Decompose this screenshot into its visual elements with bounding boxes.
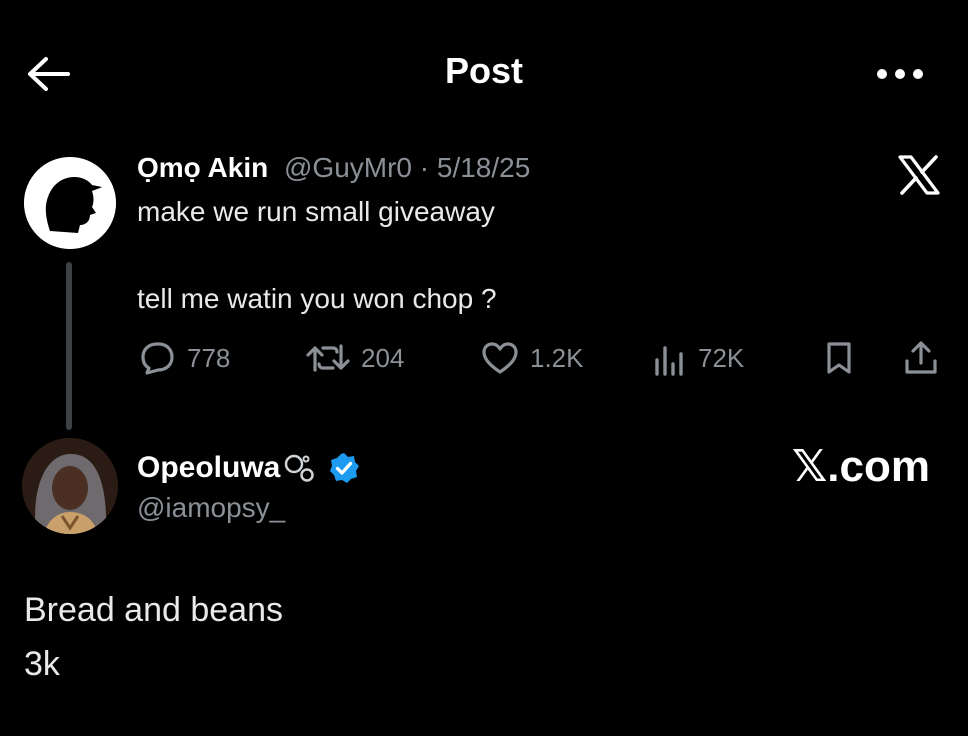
author-name[interactable]: Ọmọ Akin xyxy=(137,152,268,183)
heart-icon xyxy=(482,342,518,374)
bubbles-emoji-icon xyxy=(285,454,315,482)
more-options-button[interactable] xyxy=(874,64,926,84)
views-chart-icon xyxy=(655,346,683,376)
avatar[interactable] xyxy=(24,157,116,249)
share-button[interactable] xyxy=(902,336,950,380)
post-date[interactable]: 5/18/25 xyxy=(437,152,530,183)
thread-connector-line xyxy=(66,262,72,430)
bookmark-icon xyxy=(827,342,851,374)
views-button[interactable]: 72K xyxy=(652,336,744,380)
reply-count: 778 xyxy=(187,342,231,373)
bookmark-button[interactable] xyxy=(822,336,866,380)
reply-text-line: Bread and beans xyxy=(24,591,283,629)
x-com-watermark: 𝕏.com xyxy=(770,441,930,491)
watermark-text: 𝕏.com xyxy=(791,441,930,491)
repost-icon xyxy=(306,344,350,372)
reply-text-line: 3k xyxy=(24,645,60,683)
x-logo-icon xyxy=(898,155,940,195)
profile-photo-icon xyxy=(22,438,118,534)
repost-count: 204 xyxy=(361,342,405,373)
like-button[interactable]: 1.2K xyxy=(480,336,584,380)
share-icon xyxy=(905,341,937,374)
verified-badge-icon[interactable] xyxy=(328,452,360,484)
reply-button[interactable]: 778 xyxy=(137,336,230,380)
page-title: Post xyxy=(444,50,523,91)
post-header: Ọmọ Akin @GuyMr0 · 5/18/25 xyxy=(137,152,530,184)
silhouette-avatar-icon xyxy=(24,157,116,249)
reply-author-handle[interactable]: @iamopsy_ xyxy=(137,492,285,524)
reply-avatar[interactable] xyxy=(22,438,118,534)
meta-separator: · xyxy=(411,152,437,183)
author-handle[interactable]: @GuyMr0 xyxy=(284,152,412,183)
repost-button[interactable]: 204 xyxy=(305,336,404,380)
post-screen: Post Ọmọ Akin @GuyMr0 · 5/18/25 make we … xyxy=(0,0,968,736)
like-count: 1.2K xyxy=(530,342,584,373)
post-text-line: make we run small giveaway xyxy=(137,196,495,227)
more-horizontal-icon xyxy=(877,69,923,79)
post-text-line: tell me watin you won chop ? xyxy=(137,283,497,314)
x-logo xyxy=(897,155,941,195)
views-count: 72K xyxy=(698,342,745,373)
reply-author-name[interactable]: Opeoluwa xyxy=(137,451,280,485)
reply-author-row: Opeoluwa xyxy=(137,448,360,488)
reply-icon xyxy=(141,342,174,375)
